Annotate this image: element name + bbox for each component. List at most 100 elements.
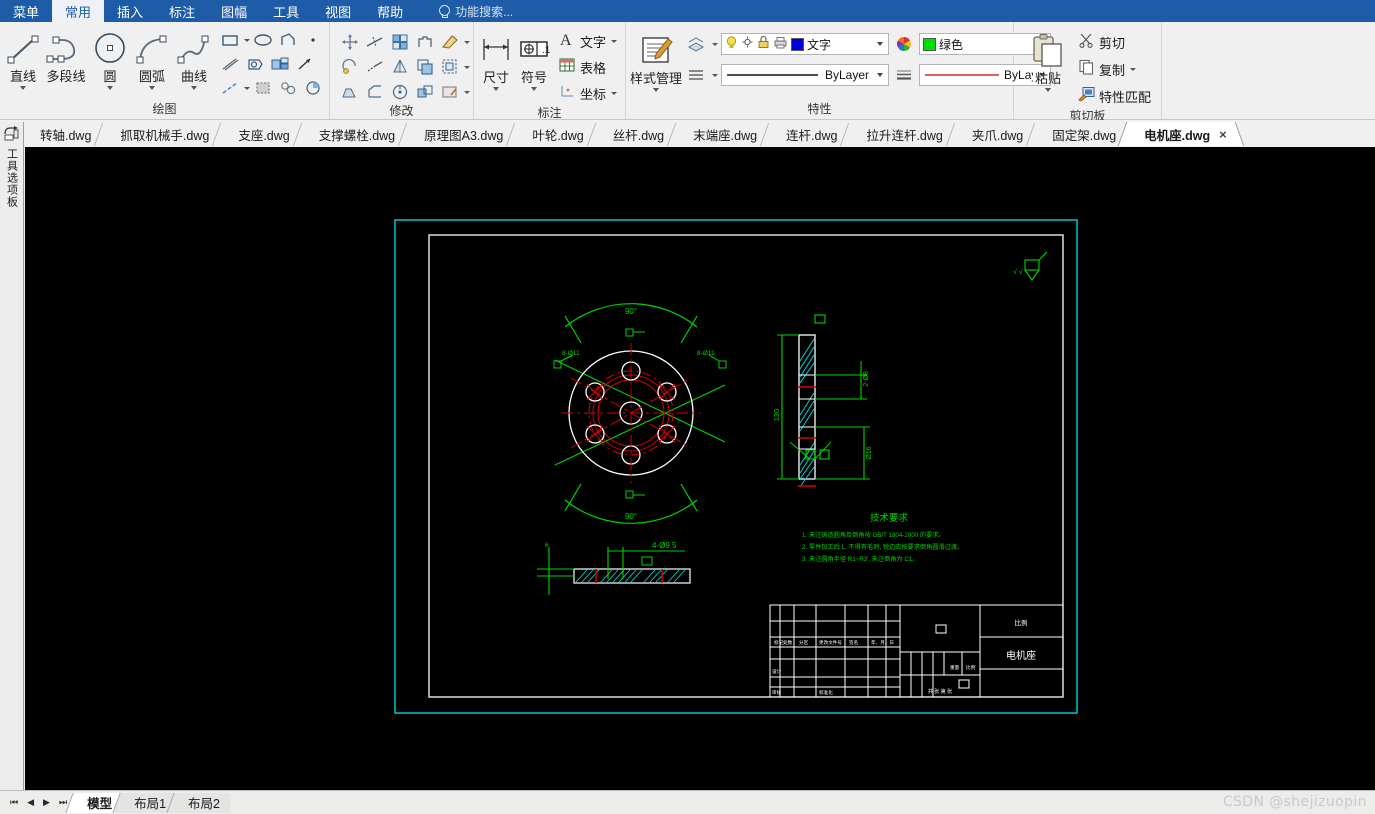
drawing-canvas[interactable]: 90° 90° 8-Ø11 8-Ø11 130 2-Ø8 Ø16 4-Ø9.5 …	[25, 147, 1375, 790]
menu-item-annotate[interactable]: 标注	[156, 0, 208, 22]
mirror-icon[interactable]	[388, 55, 412, 79]
boundary-hatch-icon[interactable]	[251, 76, 275, 100]
table-button[interactable]: 表格	[557, 55, 621, 80]
last-layout-icon[interactable]: ⏭	[59, 798, 67, 807]
draw-line-button[interactable]: 直线	[4, 27, 42, 90]
revision-cloud-icon[interactable]	[276, 76, 300, 100]
first-layout-icon[interactable]: ⏮	[10, 798, 18, 807]
offset-icon[interactable]	[413, 55, 437, 79]
linetype-combo-dropdown-icon[interactable]	[877, 73, 884, 77]
modify-dropdown-3-icon[interactable]	[464, 90, 470, 94]
linetype-manager-dropdown-icon[interactable]	[712, 73, 719, 77]
point-icon[interactable]	[301, 28, 325, 52]
draw-arc-button[interactable]: 圆弧	[132, 27, 172, 90]
scale-icon[interactable]	[438, 55, 462, 79]
menu-item-insert[interactable]: 插入	[104, 0, 156, 22]
menu-item-sheet[interactable]: 图幅	[208, 0, 260, 22]
tool-palette-icon[interactable]	[3, 125, 21, 146]
explode-icon[interactable]	[413, 80, 437, 104]
lineweight-manager-icon[interactable]	[892, 63, 916, 87]
document-tab-5[interactable]: 叶轮.dwg	[516, 123, 597, 146]
dimension-dropdown-icon[interactable]	[493, 87, 499, 91]
next-layout-icon[interactable]: ▶	[43, 798, 50, 807]
polygon-icon[interactable]	[276, 28, 300, 52]
ray-icon[interactable]	[293, 52, 317, 76]
draw-polyline-button[interactable]: 多段线	[44, 27, 88, 84]
document-tab-1[interactable]: 抓取机械手.dwg	[104, 123, 223, 146]
tool-palette-sidebar[interactable]: 工具选项板	[0, 122, 24, 790]
color-wheel-icon[interactable]	[892, 32, 916, 56]
move-icon[interactable]	[338, 30, 362, 54]
menu-item-help[interactable]: 帮助	[364, 0, 416, 22]
draw-circle-dropdown-icon[interactable]	[107, 86, 113, 90]
edit-hatch-icon[interactable]	[438, 80, 462, 104]
style-manager-dropdown-icon[interactable]	[653, 88, 659, 92]
text-button[interactable]: A 文字	[557, 29, 621, 54]
symbol-button[interactable]: .1 符号	[516, 28, 552, 91]
symbol-dropdown-icon[interactable]	[531, 87, 537, 91]
layer-on-icon[interactable]	[725, 35, 738, 53]
document-tab-10[interactable]: 夹爪.dwg	[955, 123, 1037, 146]
draw-line-dropdown-icon[interactable]	[20, 86, 26, 90]
rotate-icon[interactable]	[338, 55, 362, 79]
layer-combo-dropdown-icon[interactable]	[877, 42, 884, 46]
gradient-icon[interactable]	[301, 76, 325, 100]
draw-circle-button[interactable]: 圆	[90, 27, 130, 90]
dimension-button[interactable]: 尺寸	[478, 28, 514, 91]
draw-arc-dropdown-icon[interactable]	[149, 86, 155, 90]
text-dropdown-icon[interactable]	[611, 40, 618, 43]
layout-tab-2[interactable]: 布局2	[176, 792, 230, 813]
document-tab-9[interactable]: 拉升连杆.dwg	[850, 123, 956, 146]
stretch-icon[interactable]	[338, 80, 362, 104]
double-line-icon[interactable]	[218, 52, 242, 76]
menu-item-home[interactable]: 常用	[52, 0, 105, 22]
draw-spline-dropdown-icon[interactable]	[191, 86, 197, 90]
feature-search[interactable]: 功能搜索...	[416, 0, 523, 22]
document-tab-3[interactable]: 支撑螺栓.dwg	[302, 123, 409, 146]
region-icon[interactable]	[243, 52, 267, 76]
paste-button[interactable]: 粘贴	[1026, 29, 1070, 92]
menu-item-menu[interactable]: 菜单	[0, 0, 52, 22]
paste-dropdown-icon[interactable]	[1045, 88, 1051, 92]
prev-layout-icon[interactable]: ◀	[27, 798, 34, 807]
document-tab-7[interactable]: 末端座.dwg	[677, 123, 771, 146]
modify-dropdown-1-icon[interactable]	[464, 40, 470, 44]
ellipse-icon[interactable]	[251, 28, 275, 52]
array-icon[interactable]	[388, 30, 412, 54]
linetype-combo[interactable]: ByLayer	[721, 64, 890, 86]
draw-spline-button[interactable]: 曲线	[174, 27, 214, 90]
match-properties-button[interactable]: 特性匹配	[1076, 84, 1155, 109]
document-tab-4[interactable]: 原理图A3.dwg	[408, 123, 517, 146]
document-tab-6[interactable]: 丝杆.dwg	[596, 123, 678, 146]
extend-icon[interactable]	[363, 55, 387, 79]
layer-plot-icon[interactable]	[773, 35, 788, 53]
trim-icon[interactable]	[363, 30, 387, 54]
block-icon[interactable]	[268, 52, 292, 76]
copy-object-icon[interactable]	[413, 30, 437, 54]
coordinate-button[interactable]: 坐标	[557, 81, 621, 106]
document-tab-11[interactable]: 固定架.dwg	[1036, 123, 1130, 146]
layer-freeze-icon[interactable]	[741, 35, 754, 53]
document-tab-8[interactable]: 连杆.dwg	[770, 123, 851, 146]
layer-manager-dropdown-icon[interactable]	[712, 42, 719, 46]
close-icon[interactable]: ×	[1219, 128, 1227, 141]
layer-combo[interactable]: 文字	[721, 33, 890, 55]
linetype-manager-icon[interactable]	[684, 63, 708, 87]
menu-item-view[interactable]: 视图	[312, 0, 364, 22]
fillet-icon[interactable]	[388, 80, 412, 104]
cut-button[interactable]: 剪切	[1076, 30, 1155, 55]
rectangle-dropdown-icon[interactable]	[244, 38, 250, 42]
style-manager-button[interactable]: 样式管理	[630, 29, 682, 92]
construction-line-dropdown-icon[interactable]	[244, 86, 250, 90]
chamfer-icon[interactable]	[363, 80, 387, 104]
layer-manager-icon[interactable]	[684, 32, 708, 56]
menu-item-tools[interactable]: 工具	[260, 0, 312, 22]
coordinate-dropdown-icon[interactable]	[611, 92, 618, 95]
erase-icon[interactable]	[438, 30, 462, 54]
document-tab-12-active[interactable]: 电机座.dwg ×	[1129, 122, 1233, 146]
document-tab-0[interactable]: 转轴.dwg	[24, 123, 105, 146]
rectangle-icon[interactable]	[218, 28, 242, 52]
copy-button[interactable]: 复制	[1076, 57, 1155, 82]
modify-dropdown-2-icon[interactable]	[464, 65, 470, 69]
construction-line-icon[interactable]	[218, 76, 242, 100]
